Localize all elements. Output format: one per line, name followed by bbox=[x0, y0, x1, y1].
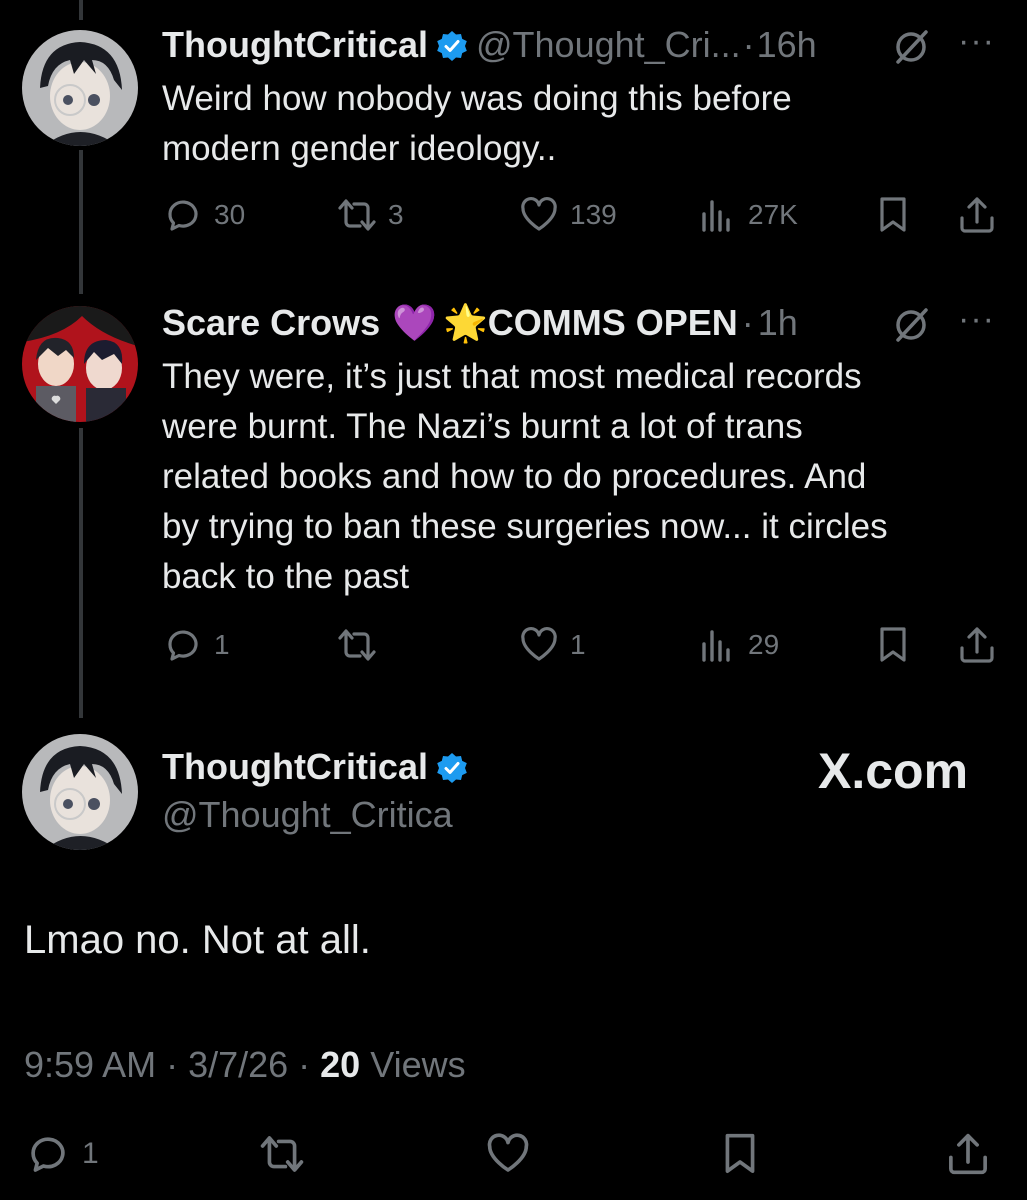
views-button[interactable]: 29 bbox=[696, 624, 779, 666]
reply-count: 1 bbox=[214, 629, 230, 660]
separator: · bbox=[741, 302, 754, 343]
post-text-line: Weird how nobody was doing this before bbox=[162, 79, 792, 118]
post-actions: 1 1 29 bbox=[162, 624, 1002, 668]
post-header: ThoughtCritical bbox=[162, 746, 476, 788]
repost-icon bbox=[260, 1136, 304, 1172]
watermark: X.com bbox=[818, 743, 969, 799]
glowing-star-emoji: 🌟 bbox=[442, 302, 488, 343]
more-options-icon[interactable]: ··· bbox=[958, 300, 995, 339]
share-button[interactable] bbox=[944, 1130, 992, 1178]
post-text-line: They were, it’s just that most medical r… bbox=[162, 357, 862, 396]
reply-icon bbox=[168, 630, 198, 661]
author-name[interactable]: ThoughtCritical bbox=[162, 746, 428, 788]
author-name[interactable]: Scare Crows bbox=[162, 302, 380, 344]
author-name-tag[interactable]: COMMS OPEN bbox=[488, 302, 738, 344]
share-icon bbox=[960, 197, 994, 233]
post-text: Weird how nobody was doing this before m… bbox=[162, 74, 982, 174]
heart-icon bbox=[521, 196, 557, 231]
like-count: 139 bbox=[570, 199, 617, 230]
post-text-line: modern gender ideology.. bbox=[162, 129, 557, 168]
view-count: 29 bbox=[748, 629, 780, 660]
thread-connector-line bbox=[79, 428, 83, 718]
like-button[interactable]: 139 bbox=[518, 194, 617, 236]
post-actions: 1 bbox=[24, 1130, 1004, 1178]
repost-count: 3 bbox=[388, 199, 404, 230]
bookmark-button[interactable] bbox=[716, 1130, 764, 1178]
reply-count: 1 bbox=[82, 1137, 99, 1170]
share-button[interactable] bbox=[956, 194, 998, 236]
repost-button[interactable] bbox=[258, 1130, 306, 1178]
repost-icon bbox=[338, 629, 376, 661]
reply-icon bbox=[31, 1137, 65, 1172]
post-time[interactable]: 1h bbox=[758, 302, 798, 344]
verified-badge-icon bbox=[436, 751, 468, 783]
view-count: 27K bbox=[748, 199, 798, 230]
share-icon bbox=[949, 1133, 987, 1175]
reply-icon bbox=[168, 200, 198, 231]
handle-row: @Thought_Critica bbox=[162, 794, 453, 836]
author-handle[interactable]: @Thought_Cri... bbox=[476, 24, 741, 66]
views-label: Views bbox=[360, 1044, 466, 1085]
separator: · bbox=[742, 24, 755, 65]
grok-icon[interactable] bbox=[892, 306, 930, 344]
reply-button[interactable]: 30 bbox=[162, 194, 245, 236]
share-icon bbox=[960, 627, 994, 663]
thread-connector-line bbox=[79, 0, 83, 20]
author-name[interactable]: ThoughtCritical bbox=[162, 24, 428, 66]
post-text: Lmao no. Not at all. bbox=[24, 918, 371, 962]
post-actions: 30 3 139 27K bbox=[162, 194, 1002, 238]
reply-button[interactable]: 1 bbox=[24, 1130, 99, 1178]
grok-icon[interactable] bbox=[892, 28, 930, 66]
like-button[interactable] bbox=[484, 1130, 532, 1178]
bookmark-icon bbox=[880, 627, 906, 662]
views-icon bbox=[702, 200, 730, 232]
bookmark-icon bbox=[880, 197, 906, 232]
bookmark-button[interactable] bbox=[872, 194, 914, 236]
reply-count: 30 bbox=[214, 199, 246, 230]
reply-button[interactable]: 1 bbox=[162, 624, 230, 666]
post-text-line: related books and how to do procedures. … bbox=[162, 457, 867, 496]
repost-button[interactable] bbox=[336, 624, 388, 666]
heart-icon bbox=[521, 626, 557, 661]
post-header: Scare Crows 💜 🌟 COMMS OPEN · 1h bbox=[162, 302, 798, 344]
views-count: 20 bbox=[320, 1044, 361, 1085]
verified-badge-icon bbox=[436, 29, 468, 61]
post-text-line: back to the past bbox=[162, 557, 410, 596]
post-text-line: by trying to ban these surgeries now... … bbox=[162, 507, 888, 546]
share-button[interactable] bbox=[956, 624, 998, 666]
purple-heart-emoji: 💜 bbox=[392, 302, 437, 343]
avatar[interactable] bbox=[22, 30, 138, 146]
author-handle[interactable]: @Thought_Critica bbox=[162, 794, 453, 836]
avatar[interactable] bbox=[22, 306, 138, 422]
heart-icon bbox=[487, 1133, 529, 1172]
post-header: ThoughtCritical @Thought_Cri... · 16h bbox=[162, 24, 817, 66]
bookmark-icon bbox=[725, 1133, 755, 1173]
avatar[interactable] bbox=[22, 734, 138, 850]
more-options-icon[interactable]: ··· bbox=[958, 22, 995, 61]
views-button[interactable]: 27K bbox=[696, 194, 798, 236]
post-time[interactable]: 16h bbox=[757, 24, 817, 66]
repost-icon bbox=[338, 199, 376, 231]
like-button[interactable]: 1 bbox=[518, 624, 586, 666]
post-metadata: 9:59 AM · 3/7/26 · 20 Views bbox=[24, 1044, 466, 1086]
post-timestamp[interactable]: 9:59 AM · 3/7/26 · bbox=[24, 1044, 320, 1085]
post-text: They were, it’s just that most medical r… bbox=[162, 352, 982, 602]
repost-button[interactable]: 3 bbox=[336, 194, 404, 236]
thread-connector-line bbox=[79, 150, 83, 294]
like-count: 1 bbox=[570, 629, 586, 660]
post-text-line: were burnt. The Nazi’s burnt a lot of tr… bbox=[162, 407, 803, 446]
bookmark-button[interactable] bbox=[872, 624, 914, 666]
views-icon bbox=[702, 630, 730, 662]
